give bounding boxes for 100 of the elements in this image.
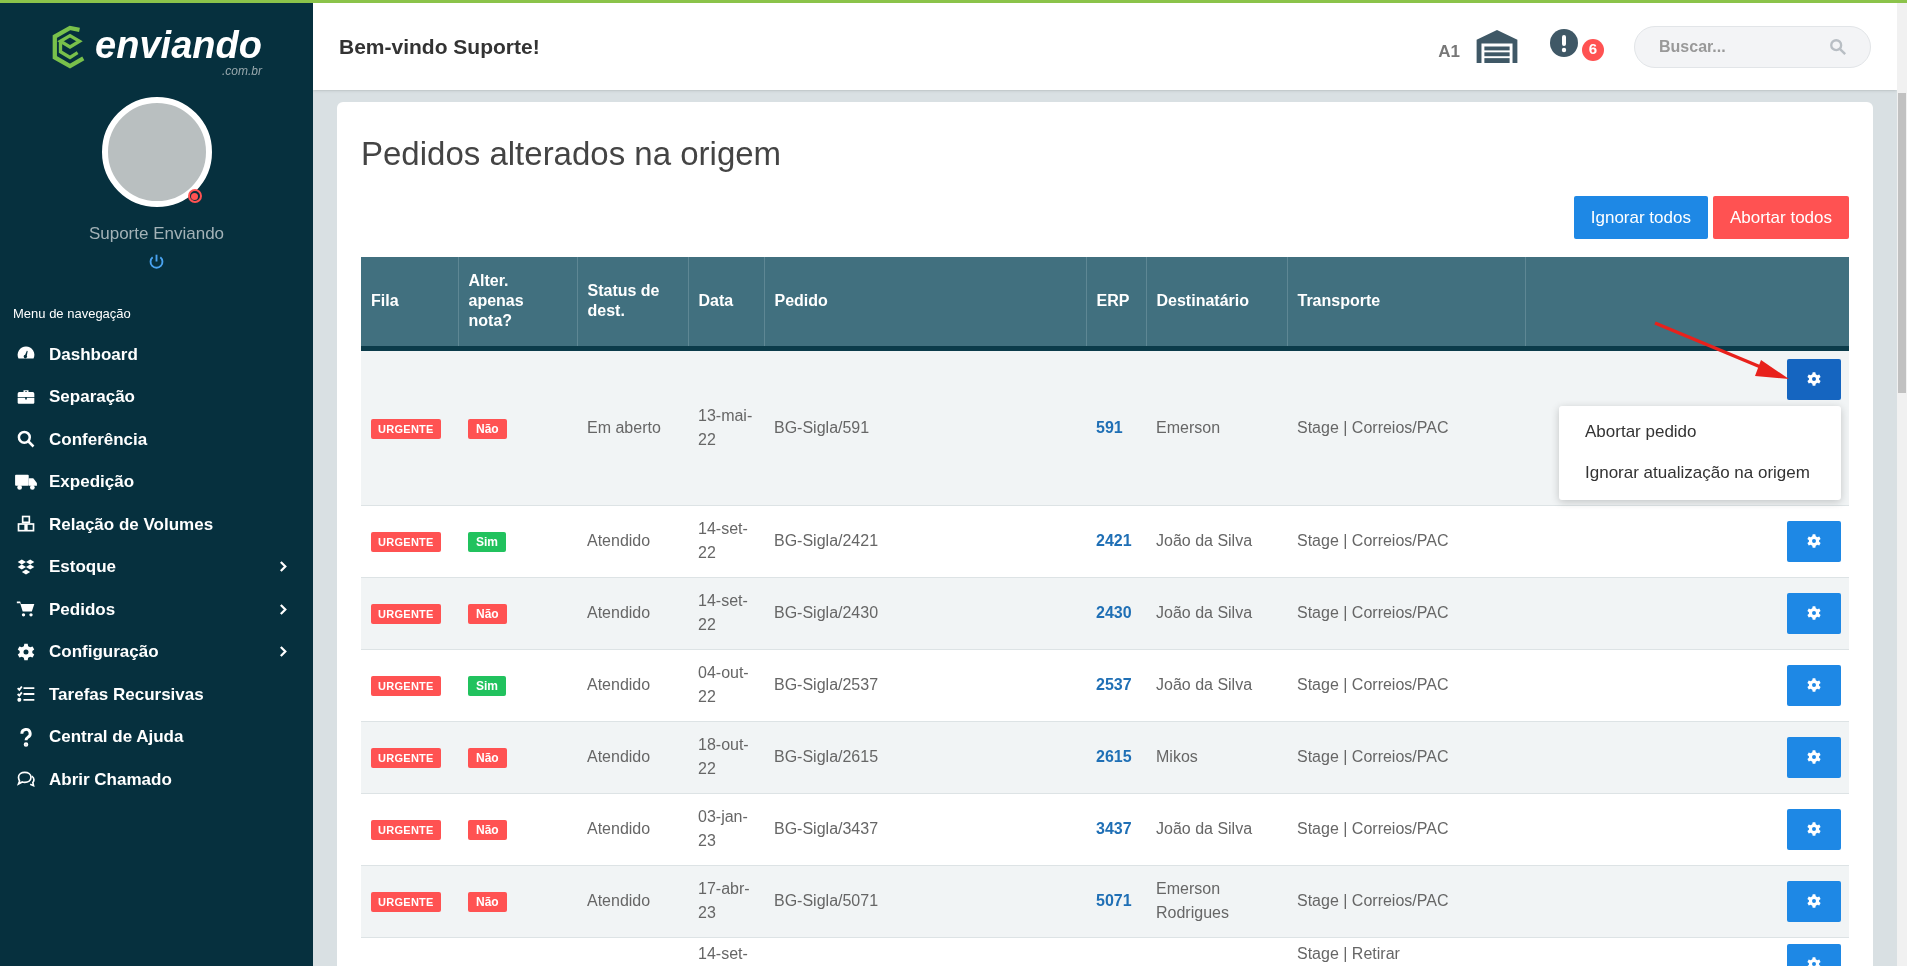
shipping-cell: Stage | Correios/PAC — [1287, 348, 1525, 505]
erp-link[interactable]: 3437 — [1096, 820, 1132, 837]
notes-only-tag: Não — [468, 820, 507, 840]
gear-icon — [1806, 605, 1822, 621]
column-header: Alter. apenas nota? — [458, 257, 577, 348]
menu-title: Menu de navegação — [13, 304, 132, 323]
recipient-cell: João da Silva — [1146, 649, 1287, 721]
status-cell: Atendido — [577, 865, 688, 937]
order-cell: BG-Sigla/2615 — [764, 721, 1086, 793]
urgency-tag: URGENTE — [371, 820, 441, 840]
shipping-cell: Stage | Correios/PAC — [1287, 721, 1525, 793]
date-cell: 17-abr-23 — [688, 865, 764, 937]
settings-button[interactable] — [1787, 736, 1841, 778]
gear-icon — [1806, 749, 1822, 765]
gear-icon — [1806, 533, 1822, 549]
gear-icon — [1806, 821, 1822, 837]
settings-button[interactable] — [1787, 520, 1841, 562]
order-cell: BG-Sigla/2421 — [764, 505, 1086, 577]
settings-button[interactable] — [1787, 808, 1841, 850]
nav-item[interactable]: Expedição — [13, 460, 300, 503]
search-field[interactable]: Buscar... — [1634, 25, 1871, 68]
scrollbar[interactable] — [1897, 3, 1907, 966]
gear-icon — [1806, 371, 1822, 387]
status-cell: Em aberto — [577, 348, 688, 505]
status-cell: Atendido — [577, 721, 688, 793]
order-cell: BG-Sigla/2430 — [764, 577, 1086, 649]
notes-only-tag: Não — [468, 418, 507, 439]
gear-icon — [1806, 677, 1822, 693]
menu-item[interactable]: Ignorar atualização na origem — [1559, 452, 1841, 494]
nav-item[interactable]: Relação de Volumes — [13, 503, 300, 546]
date-cell: 18-out-22 — [688, 721, 764, 793]
logo-wordmark: enviando — [95, 25, 262, 65]
logo-domain: .com.br — [221, 65, 262, 77]
power-icon[interactable] — [148, 252, 165, 270]
settings-button[interactable] — [1787, 664, 1841, 706]
notes-only-tag: Não — [468, 604, 507, 624]
order-cell: BG-Sigla/2537 — [764, 649, 1086, 721]
page-title: Pedidos alterados na origem — [361, 134, 783, 174]
ignore-all-button[interactable]: Ignorar todos — [1573, 196, 1708, 239]
column-header: Data — [688, 257, 764, 348]
date-cell: 13-mai-22 — [688, 348, 764, 505]
column-header: Destinatário — [1146, 257, 1287, 348]
settings-button[interactable] — [1787, 592, 1841, 634]
warehouse-icon[interactable] — [1476, 30, 1518, 63]
nav-item[interactable]: Estoque — [13, 545, 300, 588]
urgency-tag: URGENTE — [371, 676, 441, 696]
urgency-tag: URGENTE — [371, 892, 441, 912]
user-name: Suporte Enviando — [88, 223, 225, 245]
status-cell: Atendido — [577, 505, 688, 577]
recipient-cell: Emerson Rodrigues — [1146, 865, 1287, 937]
notes-only-tag: Sim — [468, 676, 506, 696]
warehouse-code: A1 — [1438, 40, 1460, 63]
nav-item[interactable]: Central de Ajuda — [13, 715, 300, 758]
nav-item[interactable]: Pedidos — [13, 588, 300, 631]
date-cell: 14-set-22 — [688, 505, 764, 577]
settings-button[interactable] — [1787, 880, 1841, 922]
urgency-tag: URGENTE — [371, 532, 441, 552]
notes-only-tag: Não — [468, 748, 507, 768]
status-cell: Atendido — [577, 793, 688, 865]
nav-item[interactable]: Tarefas Recursivas — [13, 673, 300, 716]
order-cell: BG-Sigla/5071 — [764, 865, 1086, 937]
urgency-tag: URGENTE — [371, 748, 441, 768]
erp-link[interactable]: 2615 — [1096, 748, 1132, 765]
status-cell: Atendido — [577, 649, 688, 721]
shipping-cell: Stage | Correios/PAC — [1287, 865, 1525, 937]
shipping-cell: Stage | Correios/PAC — [1287, 505, 1525, 577]
recipient-cell: Mikos — [1146, 721, 1287, 793]
nav-item[interactable]: Configuração — [13, 630, 300, 673]
urgency-tag: URGENTE — [371, 418, 441, 439]
recipient-cell: João da Silva — [1146, 793, 1287, 865]
notes-only-tag: Sim — [468, 532, 506, 552]
status-cell: Atendido — [577, 577, 688, 649]
welcome-text: Bem-vindo Suporte! — [339, 33, 541, 60]
menu-item[interactable]: Abortar pedido — [1559, 411, 1841, 453]
shipping-cell: Stage | Correios/PAC — [1287, 649, 1525, 721]
chevron-icon — [279, 602, 288, 616]
alert-icon[interactable] — [1550, 28, 1578, 57]
chevron-icon — [279, 645, 288, 659]
settings-button[interactable] — [1787, 358, 1841, 400]
shipping-cell: Stage | Correios/PAC — [1287, 793, 1525, 865]
shipping-cell: Stage | Retirar — [1287, 937, 1525, 966]
erp-link[interactable]: 2537 — [1096, 676, 1132, 693]
recipient-cell: João da Silva — [1146, 505, 1287, 577]
nav-item[interactable]: Abrir Chamado — [13, 758, 300, 801]
nav-item[interactable]: Dashboard — [13, 333, 300, 376]
nav-item[interactable]: Conferência — [13, 418, 300, 461]
gear-icon — [1806, 893, 1822, 909]
search-icon — [1829, 37, 1847, 56]
column-header: Fila — [361, 257, 458, 348]
erp-link[interactable]: 2430 — [1096, 604, 1132, 621]
erp-link[interactable]: 5071 — [1096, 892, 1132, 909]
nav-item[interactable]: Separação — [13, 375, 300, 418]
recipient-cell: Emerson — [1146, 348, 1287, 505]
erp-link[interactable]: 591 — [1096, 418, 1123, 436]
date-cell: 14-set- — [688, 937, 764, 966]
notes-only-tag: Não — [468, 892, 507, 912]
urgency-tag: URGENTE — [371, 604, 441, 624]
column-header: Status de dest. — [577, 257, 688, 348]
erp-link[interactable]: 2421 — [1096, 532, 1132, 549]
date-cell: 03-jan-23 — [688, 793, 764, 865]
